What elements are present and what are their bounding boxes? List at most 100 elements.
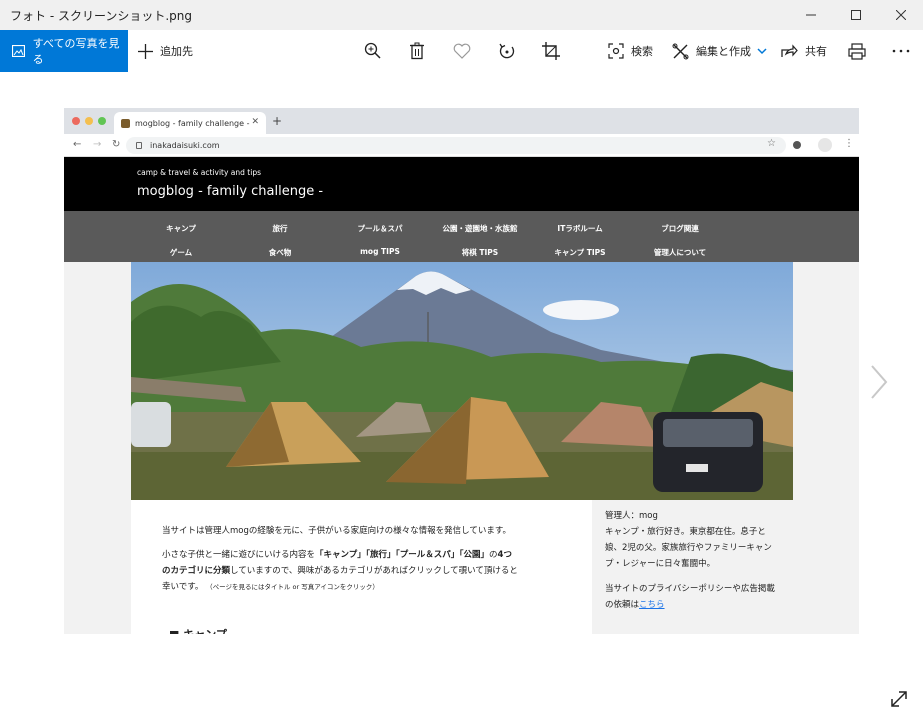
article-body: 当サイトは管理人mogの経験を元に、子供がいる家庭向けの様々な情報を発信していま…	[131, 500, 592, 634]
heart-icon	[453, 43, 471, 59]
profile-icon	[818, 138, 832, 152]
edit-create-label: 編集と作成	[696, 45, 751, 58]
rotate-icon	[499, 43, 515, 59]
article-line-3a: 幸いです。	[162, 582, 204, 592]
menu-item-about: 管理人について	[653, 248, 707, 257]
next-arrow-icon	[871, 365, 888, 399]
maximize-button[interactable]	[833, 0, 878, 30]
screenshot-image: mogblog - family challenge - ✕ + ← → ↻ i…	[64, 108, 859, 634]
share-icon	[781, 43, 798, 57]
search-button[interactable]: 検索	[608, 30, 653, 72]
add-to-button[interactable]: 追加先	[138, 30, 193, 72]
favicon-icon	[121, 118, 130, 128]
rotate-button[interactable]	[496, 40, 518, 62]
sidebar-profile: 管理人：mog キャンプ・旅行好き。東京都在住。息子と 娘、2児の父。家族旅行や…	[605, 508, 805, 613]
edit-create-button[interactable]: 編集と作成	[672, 30, 767, 72]
lock-icon	[136, 142, 142, 149]
browser-url-box: inakadaisuki.com	[126, 137, 786, 154]
category-classify-bold: のカテゴリに分類	[162, 566, 231, 576]
article-line-1a: 小さな子供と一緒に遊びにいける内容を	[162, 550, 316, 560]
search-label: 検索	[631, 45, 653, 58]
browser-maximize-dot	[98, 117, 106, 125]
search-icon	[608, 43, 624, 59]
all-photos-button[interactable]: すべての写真を見る	[0, 30, 128, 72]
menu-item-blog: ブログ関連	[661, 224, 699, 233]
browser-address-bar: ← → ↻ inakadaisuki.com ☆ ⋮	[64, 134, 859, 157]
menu-item-mog-tips: mog TIPS	[360, 247, 400, 256]
article-line-2: のカテゴリに分類していますので、興味があるカテゴリがあればクリックして覗いて頂け…	[162, 564, 518, 579]
menu-item-camp-tips: キャンプ TIPS	[554, 248, 606, 257]
crop-icon	[542, 42, 560, 60]
edit-icon	[672, 43, 689, 59]
delete-icon	[410, 42, 424, 60]
menu-item-it-lab: ITラボルーム	[557, 224, 603, 233]
article-line-1c: の	[489, 550, 498, 560]
extension-icon	[793, 141, 801, 149]
maximize-icon	[850, 10, 861, 20]
forward-icon: →	[93, 139, 102, 150]
photos-toolbar: すべての写真を見る 追加先 検索 編集と作成 共有	[0, 30, 923, 72]
browser-tab-title: mogblog - family challenge -	[135, 118, 250, 128]
print-icon	[848, 42, 866, 60]
camp-section-heading: ■ キャンプ	[169, 626, 227, 634]
site-title: mogblog - family challenge -	[137, 184, 324, 199]
admin-name: 管理人：mog	[605, 511, 658, 521]
print-button[interactable]	[846, 40, 868, 62]
all-photos-label: すべての写真を見る	[32, 37, 120, 66]
menu-item-travel: 旅行	[272, 224, 288, 233]
browser-tab: mogblog - family challenge - ✕	[114, 112, 266, 134]
menu-item-shogi-tips: 将棋 TIPS	[461, 248, 499, 257]
site-menu: キャンプ 旅行 プール＆スパ 公園・遊園地・水族館 ITラボルーム ブログ関連 …	[64, 211, 859, 262]
browser-minimize-dot	[85, 117, 93, 125]
article-line-2b: していますので、興味があるカテゴリがあればクリックして覗いて頂けると	[230, 566, 518, 576]
privacy-link: こちら	[639, 600, 665, 610]
zoom-button[interactable]	[362, 40, 384, 62]
chevron-down-icon	[757, 48, 767, 55]
fullscreen-button[interactable]	[889, 689, 911, 711]
favorite-button[interactable]	[451, 40, 473, 62]
article-line-3: 幸いです。 （ページを見るにはタイトル or 写真アイコンをクリック）	[162, 580, 379, 595]
privacy-text: の依頼は	[605, 600, 640, 610]
more-button[interactable]	[890, 40, 912, 62]
browser-url: inakadaisuki.com	[150, 141, 220, 150]
privacy-line-2: の依頼はこちら	[605, 597, 805, 613]
menu-item-park: 公園・遊園地・水族館	[442, 224, 518, 233]
article-line-1: 小さな子供と一緒に遊びにいける内容を「キャンプ」「旅行」「プール＆スパ」「公園」…	[162, 548, 512, 563]
crop-button[interactable]	[540, 40, 562, 62]
photo-icon	[12, 45, 25, 57]
browser-close-dot	[72, 117, 80, 125]
delete-button[interactable]	[406, 40, 428, 62]
add-to-label: 追加先	[160, 45, 193, 58]
categories-bold: 「キャンプ」「旅行」「プール＆スパ」「公園」	[315, 550, 490, 560]
tab-close-icon: ✕	[251, 117, 259, 127]
more-icon	[892, 49, 910, 53]
bio-line-2: 娘、2児の父。家族旅行やファミリーキャン	[605, 543, 772, 553]
title-bar: フォト - スクリーンショット.png	[0, 0, 923, 30]
browser-menu-icon: ⋮	[844, 138, 854, 149]
close-button[interactable]	[878, 0, 923, 30]
plus-icon	[138, 43, 153, 59]
new-tab-icon: +	[272, 114, 283, 128]
menu-item-game: ゲーム	[169, 248, 193, 257]
menu-item-pool-spa: プール＆スパ	[357, 224, 403, 233]
minimize-icon	[805, 14, 816, 16]
close-icon	[895, 10, 906, 20]
back-icon: ←	[73, 139, 82, 150]
minimize-button[interactable]	[788, 0, 833, 30]
bio-line-1: キャンプ・旅行好き。東京都在住。息子と	[605, 527, 766, 537]
intro-text: 当サイトは管理人mogの経験を元に、子供がいる家庭向けの様々な情報を発信していま…	[162, 526, 512, 536]
window-title: フォト - スクリーンショット.png	[10, 9, 193, 23]
hero-photo	[131, 262, 793, 500]
browser-tabstrip: mogblog - family challenge - ✕ +	[64, 108, 859, 134]
menu-item-camp: キャンプ	[166, 224, 196, 233]
share-button[interactable]: 共有	[781, 30, 827, 72]
fullscreen-icon	[891, 691, 907, 707]
reload-icon: ↻	[112, 139, 121, 150]
privacy-line-1: 当サイトのプライバシーポリシーや広告掲載	[605, 584, 775, 594]
next-image-button[interactable]	[868, 362, 890, 402]
share-label: 共有	[805, 45, 827, 58]
star-icon: ☆	[767, 138, 776, 149]
four-bold: 4つ	[497, 550, 512, 560]
bio-line-3: プ・レジャーに日々奮闘中。	[605, 559, 716, 569]
site-tagline: camp & travel & activity and tips	[137, 168, 261, 177]
